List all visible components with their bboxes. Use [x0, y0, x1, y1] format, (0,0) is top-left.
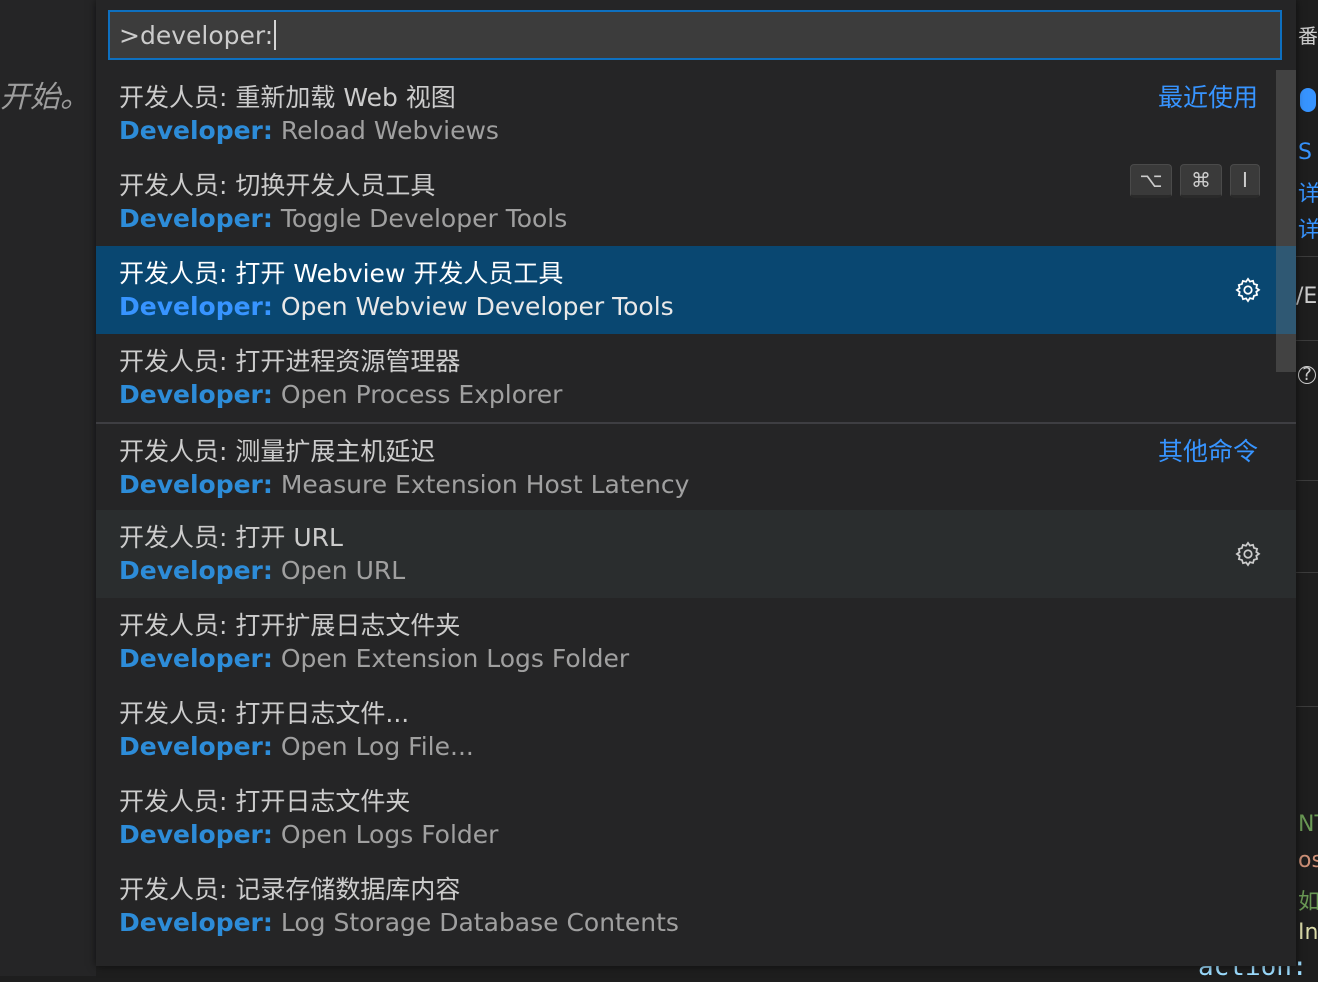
command-category: Developer:	[119, 820, 273, 849]
list-item-selected[interactable]: 开发人员: 打开 Webview 开发人员工具 Developer: Open …	[96, 246, 1296, 334]
list-item[interactable]: 开发人员: 测量扩展主机延迟 Developer: Measure Extens…	[96, 422, 1296, 510]
command-label-en: Developer: Open Logs Folder	[119, 820, 498, 849]
command-title: Open URL	[280, 556, 406, 585]
command-category: Developer:	[119, 470, 273, 499]
editor-fragment: 详	[1298, 218, 1318, 243]
list-item-hover[interactable]: 开发人员: 打开 URL Developer: Open URL	[96, 510, 1296, 598]
command-title: Open Extension Logs Folder	[280, 644, 630, 673]
command-key: ⌘	[1180, 164, 1222, 198]
command-category: Developer:	[119, 644, 273, 673]
i-key: I	[1230, 164, 1260, 198]
command-title: Reload Webviews	[280, 116, 499, 145]
divider	[1296, 340, 1318, 341]
command-label-zh: 开发人员: 打开日志文件夹	[119, 787, 411, 816]
command-title: Log Storage Database Contents	[280, 908, 679, 937]
command-label-zh: 开发人员: 打开日志文件...	[119, 699, 410, 728]
list-item[interactable]: 开发人员: 打开进程资源管理器 Developer: Open Process …	[96, 334, 1296, 422]
command-label-en: Developer: Measure Extension Host Latenc…	[119, 470, 689, 499]
editor-fragment: S	[1298, 140, 1312, 165]
command-title: Open Webview Developer Tools	[280, 292, 674, 321]
editor-left-pane: 开始。	[0, 0, 96, 976]
command-label-en: Developer: Open Webview Developer Tools	[119, 292, 674, 321]
command-title: Open Process Explorer	[280, 380, 563, 409]
blue-dot-icon	[1300, 88, 1316, 112]
command-input-value[interactable]: >developer:	[119, 21, 273, 50]
command-category: Developer:	[119, 908, 273, 937]
command-category: Developer:	[119, 204, 273, 233]
command-label-en: Developer: Open Log File...	[119, 732, 474, 761]
command-label-en: Developer: Open URL	[119, 556, 405, 585]
list-item[interactable]: 开发人员: 打开日志文件... Developer: Open Log File…	[96, 686, 1296, 774]
editor-fragment: NT	[1298, 812, 1318, 837]
command-label-en: Developer: Open Process Explorer	[119, 380, 562, 409]
recently-used-label: 最近使用	[1157, 83, 1258, 112]
command-category: Developer:	[119, 292, 273, 321]
editor-fragment: 如	[1298, 890, 1318, 915]
command-label-zh: 开发人员: 记录存储数据库内容	[119, 875, 461, 904]
divider	[1296, 256, 1318, 257]
command-label-zh: 开发人员: 切换开发人员工具	[119, 171, 436, 200]
command-label-zh: 开发人员: 重新加载 Web 视图	[119, 83, 456, 112]
keybinding: ⌥ ⌘ I	[1130, 164, 1260, 198]
command-label-en: Developer: Log Storage Database Contents	[119, 908, 679, 937]
text-caret	[274, 20, 277, 50]
command-label-zh: 开发人员: 打开扩展日志文件夹	[119, 611, 461, 640]
command-label-zh: 开发人员: 打开 Webview 开发人员工具	[119, 259, 564, 288]
scrollbar-thumb[interactable]	[1276, 70, 1296, 372]
editor-right-pane: 番 S 详 详 /E ? NT os 如 In	[1296, 0, 1318, 976]
command-title: Open Log File...	[280, 732, 474, 761]
divider	[1296, 480, 1318, 481]
command-category: Developer:	[119, 556, 273, 585]
command-category: Developer:	[119, 116, 273, 145]
command-label-en: Developer: Toggle Developer Tools	[119, 204, 567, 233]
gear-icon[interactable]	[1234, 540, 1262, 568]
editor-fragment: In	[1298, 920, 1318, 945]
command-label-en: Developer: Reload Webviews	[119, 116, 499, 145]
list-item[interactable]: 开发人员: 打开日志文件夹 Developer: Open Logs Folde…	[96, 774, 1296, 862]
gear-icon[interactable]	[1234, 276, 1262, 304]
command-category: Developer:	[119, 732, 273, 761]
command-category: Developer:	[119, 380, 273, 409]
command-label-en: Developer: Open Extension Logs Folder	[119, 644, 629, 673]
command-title: Toggle Developer Tools	[280, 204, 568, 233]
editor-fragment: /E	[1296, 284, 1318, 309]
divider	[1296, 706, 1318, 707]
command-input[interactable]: >developer:	[108, 10, 1282, 60]
other-commands-label: 其他命令	[1157, 437, 1258, 466]
command-title: Measure Extension Host Latency	[280, 470, 690, 499]
command-palette: >developer: 开发人员: 重新加载 Web 视图 Developer:…	[96, 0, 1296, 966]
list-item[interactable]: 开发人员: 记录存储数据库内容 Developer: Log Storage D…	[96, 862, 1296, 950]
divider	[1296, 572, 1318, 573]
list-item[interactable]: 开发人员: 打开扩展日志文件夹 Developer: Open Extensio…	[96, 598, 1296, 686]
editor-text-fragment: 开始。	[0, 80, 90, 115]
editor-fragment: 详	[1298, 182, 1318, 207]
editor-fragment: os	[1298, 848, 1318, 873]
command-label-zh: 开发人员: 打开 URL	[119, 523, 343, 552]
editor-fragment: 番	[1298, 24, 1318, 48]
command-label-zh: 开发人员: 打开进程资源管理器	[119, 347, 461, 376]
option-key: ⌥	[1130, 164, 1172, 198]
command-label-zh: 开发人员: 测量扩展主机延迟	[119, 437, 436, 466]
list-item[interactable]: 开发人员: 重新加载 Web 视图 Developer: Reload Webv…	[96, 70, 1296, 158]
list-item[interactable]: 开发人员: 切换开发人员工具 Developer: Toggle Develop…	[96, 158, 1296, 246]
command-title: Open Logs Folder	[280, 820, 499, 849]
help-icon[interactable]: ?	[1298, 366, 1316, 384]
